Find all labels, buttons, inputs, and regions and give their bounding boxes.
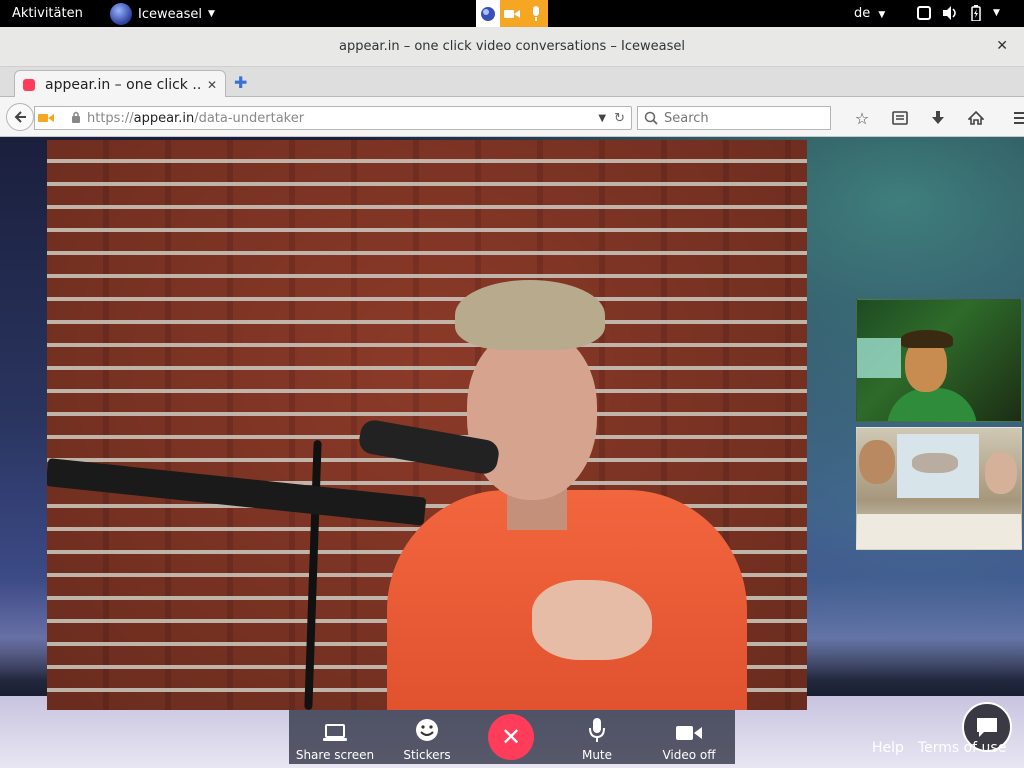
window-icon <box>917 6 931 20</box>
participant-video-2[interactable] <box>856 427 1022 550</box>
participant-2-left-person <box>859 440 895 484</box>
url-prefix: https:// <box>87 110 134 126</box>
smiley-icon <box>415 714 439 742</box>
participant-video-1[interactable] <box>856 299 1022 422</box>
new-tab-button[interactable]: ✚ <box>234 73 247 92</box>
participant-1-hair <box>901 330 953 348</box>
globe-icon <box>476 0 500 27</box>
participant-2-right-person <box>985 452 1017 494</box>
language-indicator[interactable]: de ▼ <box>854 6 885 21</box>
search-placeholder: Search <box>664 110 709 126</box>
language-label: de <box>854 6 871 21</box>
close-window-icon[interactable]: ✕ <box>996 38 1008 54</box>
tab-appear-in[interactable]: appear.in – one click ... ✕ <box>14 70 226 98</box>
mute-label: Mute <box>581 748 613 762</box>
speaker-face <box>467 330 597 500</box>
download-icon[interactable] <box>919 106 957 130</box>
leave-call-button[interactable]: ✕ <box>488 714 534 760</box>
help-link[interactable]: Help <box>872 740 904 756</box>
back-button[interactable] <box>6 103 34 131</box>
media-indicators[interactable] <box>476 0 548 27</box>
search-icon <box>644 111 658 125</box>
video-room: Share screen Stickers ✕ Mute Video off H… <box>0 137 1024 768</box>
terms-of-use-link[interactable]: Terms of use <box>918 740 1006 756</box>
speaker-hair <box>455 280 605 350</box>
navigation-toolbar: https://appear.in/data-undertaker ▼ ↻ Se… <box>0 97 1024 137</box>
video-off-button[interactable]: Video off <box>661 710 717 764</box>
app-menu[interactable]: Iceweasel ▼ <box>110 3 215 25</box>
participant-2-table <box>857 514 1021 549</box>
video-camera-icon <box>676 714 702 742</box>
call-controls: Share screen Stickers ✕ Mute Video off <box>289 710 735 764</box>
main-video[interactable] <box>47 140 807 710</box>
url-history-dropdown-icon[interactable]: ▼ <box>598 113 606 124</box>
camera-permission-icon[interactable] <box>35 112 57 124</box>
video-off-label: Video off <box>662 748 716 762</box>
url-text: https://appear.in/data-undertaker <box>87 111 598 126</box>
star-icon[interactable]: ☆ <box>843 106 881 130</box>
window-titlebar: appear.in – one click video conversation… <box>0 27 1024 67</box>
app-menu-label: Iceweasel <box>138 6 202 22</box>
menu-icon[interactable] <box>1003 106 1024 130</box>
mute-button[interactable]: Mute <box>575 710 619 764</box>
laptop-icon <box>323 714 347 742</box>
browser-window: appear.in – one click video conversation… <box>0 27 1024 768</box>
chevron-down-icon: ▼ <box>878 10 886 20</box>
share-screen-label: Share screen <box>295 748 375 762</box>
toolbar-buttons: ☆ <box>843 106 1024 130</box>
chevron-down-icon: ▼ <box>207 9 215 19</box>
reading-list-icon[interactable] <box>881 106 919 130</box>
camera-indicator-icon <box>500 0 524 27</box>
chat-icon <box>977 718 997 737</box>
volume-icon <box>943 6 956 20</box>
tab-label: appear.in – one click ... <box>45 76 201 93</box>
system-tray[interactable]: ▼ <box>917 5 1000 21</box>
url-bar[interactable]: https://appear.in/data-undertaker ▼ ↻ <box>34 106 632 130</box>
home-icon[interactable] <box>957 106 995 130</box>
lock-icon[interactable] <box>71 111 81 126</box>
gnome-top-bar: Aktivitäten Iceweasel ▼ de ▼ ▼ <box>0 0 1024 27</box>
microphone-indicator-icon <box>524 0 548 27</box>
url-path: /data-undertaker <box>194 110 305 126</box>
url-host: appear.in <box>133 110 195 126</box>
window-title: appear.in – one click video conversation… <box>339 39 685 54</box>
fox-image <box>912 453 958 473</box>
speaker-hands <box>532 580 652 660</box>
chevron-down-icon: ▼ <box>993 8 1000 18</box>
microphone-icon <box>589 714 605 742</box>
close-tab-icon[interactable]: ✕ <box>207 78 217 92</box>
share-screen-button[interactable]: Share screen <box>296 710 374 764</box>
close-icon: ✕ <box>500 723 522 751</box>
back-icon <box>14 111 26 123</box>
globe-icon <box>110 3 132 25</box>
stickers-button[interactable]: Stickers <box>399 710 455 764</box>
footer-links: Help Terms of use <box>872 740 1006 756</box>
participant-1-body <box>887 388 977 421</box>
tab-strip: appear.in – one click ... ✕ ✚ <box>0 67 1024 98</box>
battery-icon <box>971 5 981 21</box>
activities-button[interactable]: Aktivitäten <box>12 6 83 21</box>
participant-1-screen <box>857 338 901 378</box>
stickers-label: Stickers <box>403 748 451 762</box>
appear-in-favicon-icon <box>23 78 35 91</box>
reload-icon[interactable]: ↻ <box>614 111 625 126</box>
search-input[interactable]: Search <box>637 106 831 130</box>
